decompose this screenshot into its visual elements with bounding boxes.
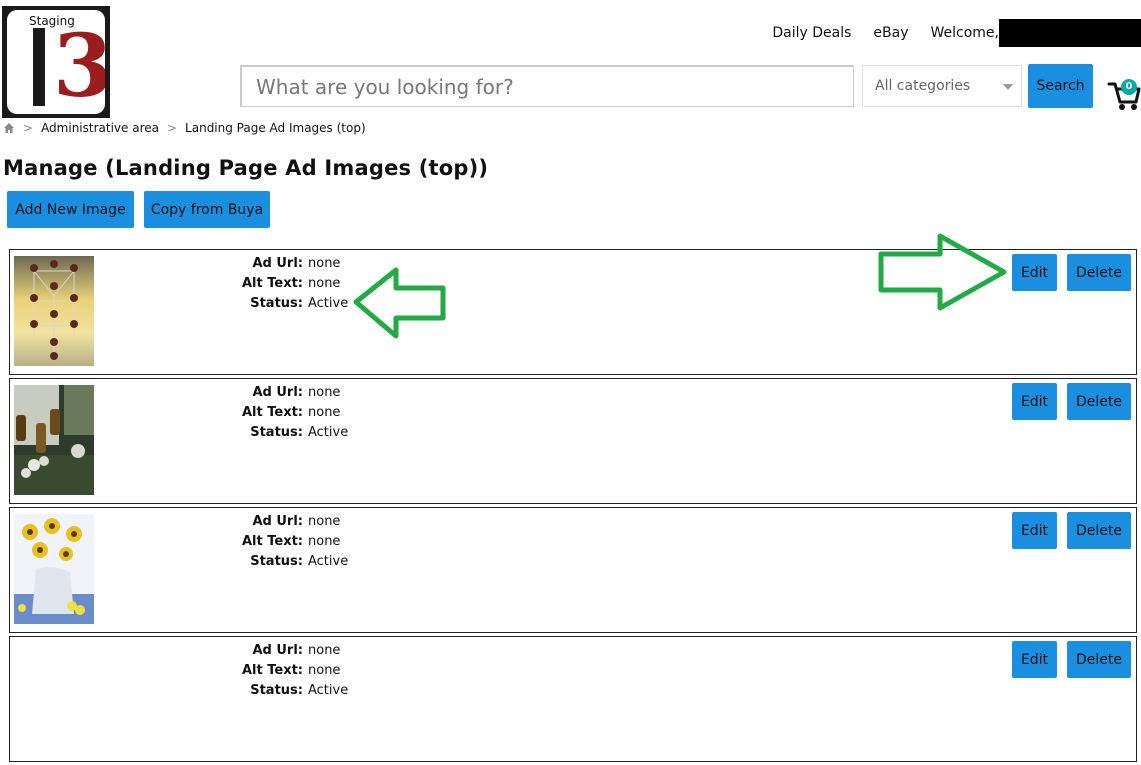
breadcrumb: > Administrative area > Landing Page Ad … <box>3 121 366 135</box>
alt-text-value: none <box>308 405 341 420</box>
ad-url-label: Ad Url: <box>252 514 303 529</box>
search-button[interactable]: Search <box>1028 64 1093 108</box>
ad-details: Ad Url: none Alt Text: none Status: Active <box>208 512 348 572</box>
page-title: Manage (Landing Page Ad Images (top)) <box>3 156 489 180</box>
category-select[interactable]: All categories <box>862 65 1022 107</box>
ad-thumbnail[interactable] <box>14 514 94 624</box>
alt-text-label: Alt Text: <box>241 534 303 549</box>
status-label: Status: <box>250 683 303 698</box>
ad-thumbnail[interactable] <box>14 385 94 495</box>
home-icon[interactable] <box>3 122 15 134</box>
ad-url-label: Ad Url: <box>252 643 303 658</box>
delete-button[interactable]: Delete <box>1067 254 1131 291</box>
list-item: Ad Url: none Alt Text: none Status: Active … <box>9 636 1137 762</box>
left-arrow-annotation-icon <box>353 267 446 339</box>
ad-details: Ad Url: none Alt Text: none Status: Active <box>208 641 348 701</box>
daily-deals-link[interactable]: Daily Deals <box>772 25 851 41</box>
alt-text-label: Alt Text: <box>241 405 303 420</box>
logo-bar-shape <box>33 28 45 106</box>
logo-letter-shape: 3 <box>53 16 105 114</box>
breadcrumb-separator: > <box>166 121 178 135</box>
breadcrumb-separator: > <box>23 121 34 135</box>
category-value: All categories <box>875 78 971 94</box>
edit-button[interactable]: Edit <box>1012 641 1057 678</box>
alt-text-label: Alt Text: <box>241 663 303 678</box>
status-value: Active <box>308 296 349 311</box>
right-arrow-annotation-icon <box>878 233 1007 311</box>
logo-mark: Staging 3 <box>7 10 105 114</box>
status-value: Active <box>308 425 349 440</box>
redacted-username <box>999 19 1141 47</box>
alt-text-value: none <box>308 534 341 549</box>
cart-button[interactable]: 0 <box>1107 78 1141 112</box>
delete-button[interactable]: Delete <box>1067 383 1131 420</box>
delete-button[interactable]: Delete <box>1067 512 1131 549</box>
search-placeholder: What are you looking for? <box>256 74 514 99</box>
ad-url-value: none <box>308 385 341 400</box>
breadcrumb-current: Landing Page Ad Images (top) <box>185 121 366 135</box>
search-input[interactable]: What are you looking for? <box>240 65 854 107</box>
ad-url-value: none <box>308 514 341 529</box>
list-item: Ad Url: none Alt Text: none Status: Active … <box>9 507 1137 633</box>
site-logo[interactable]: Staging 3 <box>2 6 110 118</box>
ad-url-label: Ad Url: <box>252 385 303 400</box>
ad-thumbnail[interactable] <box>14 256 94 366</box>
status-label: Status: <box>250 554 303 569</box>
edit-button[interactable]: Edit <box>1012 383 1057 420</box>
dropdown-caret-icon <box>1003 84 1013 90</box>
edit-button[interactable]: Edit <box>1012 254 1057 291</box>
ad-url-label: Ad Url: <box>252 256 303 271</box>
copy-from-buya-button[interactable]: Copy from Buya <box>144 191 270 228</box>
alt-text-value: none <box>308 663 341 678</box>
status-label: Status: <box>250 425 303 440</box>
status-value: Active <box>308 554 349 569</box>
add-new-image-button[interactable]: Add New Image <box>7 191 134 228</box>
alt-text-label: Alt Text: <box>241 276 303 291</box>
top-nav: Daily Deals eBay Welcome, <box>772 19 1141 47</box>
list-item: Ad Url: none Alt Text: none Status: Active … <box>9 378 1137 504</box>
cart-count-badge: 0 <box>1121 79 1137 95</box>
ad-details: Ad Url: none Alt Text: none Status: Active <box>208 383 348 443</box>
welcome-text[interactable]: Welcome, <box>931 25 1000 41</box>
status-value: Active <box>308 683 349 698</box>
edit-button[interactable]: Edit <box>1012 512 1057 549</box>
ebay-link[interactable]: eBay <box>873 25 908 41</box>
ad-details: Ad Url: none Alt Text: none Status: Active <box>208 254 348 314</box>
breadcrumb-admin-link[interactable]: Administrative area <box>41 121 159 135</box>
ad-url-value: none <box>308 256 341 271</box>
status-label: Status: <box>250 296 303 311</box>
delete-button[interactable]: Delete <box>1067 641 1131 678</box>
ad-url-value: none <box>308 643 341 658</box>
alt-text-value: none <box>308 276 341 291</box>
